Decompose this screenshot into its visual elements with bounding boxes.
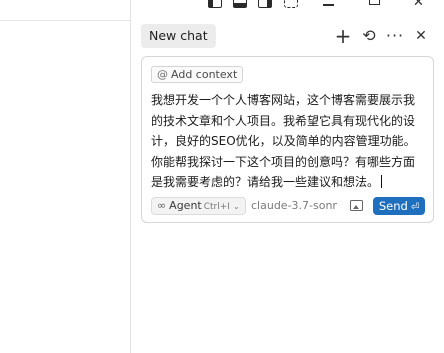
toggle-secondary-sidebar-icon[interactable]	[258, 0, 272, 8]
plus-icon[interactable]: +	[333, 26, 353, 46]
minimize-icon[interactable]	[323, 4, 334, 6]
editor-area[interactable]	[0, 0, 130, 353]
infinity-icon: ∞	[157, 199, 167, 212]
composer-toolbar: ∞ Agent Ctrl+I ⌄ claude-3.7-sonn Send ⏎	[151, 197, 426, 215]
mode-shortcut: Ctrl+I	[203, 202, 230, 212]
editor-tab-strip-border	[0, 20, 130, 21]
toggle-primary-sidebar-icon[interactable]	[208, 0, 222, 8]
text-caret	[381, 175, 383, 188]
more-icon[interactable]: ···	[385, 26, 405, 46]
chat-composer[interactable]: @ Add context 我想开发一个个人博客网站，这个博客需要展示我的技术文章…	[141, 56, 434, 223]
model-selector[interactable]: claude-3.7-sonn	[251, 197, 337, 215]
add-context-button[interactable]: @ Add context	[151, 66, 244, 83]
customize-layout-icon[interactable]	[284, 0, 298, 8]
window-close-icon[interactable]: ✕	[413, 0, 424, 9]
tab-new-chat[interactable]: New chat	[141, 24, 216, 48]
chat-panel: New chat + ⟲ ··· ✕ @ Add context 我想开发一个个人…	[131, 20, 444, 353]
send-button[interactable]: Send ⏎	[373, 197, 425, 215]
window-controls: ✕	[200, 0, 444, 10]
toggle-panel-icon[interactable]	[233, 0, 247, 8]
message-text: 我想开发一个个人博客网站，这个博客需要展示我的技术文章和个人项目。我希望它具有现…	[151, 93, 416, 189]
chat-tabbar: New chat + ⟲ ··· ✕	[131, 20, 444, 54]
mode-label: Agent	[169, 199, 202, 212]
at-icon: @	[157, 68, 168, 81]
chevron-down-icon: ⌄	[232, 202, 240, 211]
send-label: Send	[378, 199, 408, 213]
app-window: ✕ New chat + ⟲ ··· ✕ @ Add context 我想开发一个…	[0, 0, 444, 353]
mode-selector[interactable]: ∞ Agent Ctrl+I ⌄	[151, 197, 246, 215]
history-icon[interactable]: ⟲	[359, 26, 379, 46]
close-icon[interactable]: ✕	[411, 26, 431, 46]
image-icon[interactable]	[350, 200, 363, 211]
enter-key-icon: ⏎	[410, 202, 420, 213]
maximize-icon[interactable]	[369, 0, 380, 5]
add-context-label: Add context	[171, 68, 238, 81]
message-input[interactable]: 我想开发一个个人博客网站，这个博客需要展示我的技术文章和个人项目。我希望它具有现…	[151, 90, 426, 193]
